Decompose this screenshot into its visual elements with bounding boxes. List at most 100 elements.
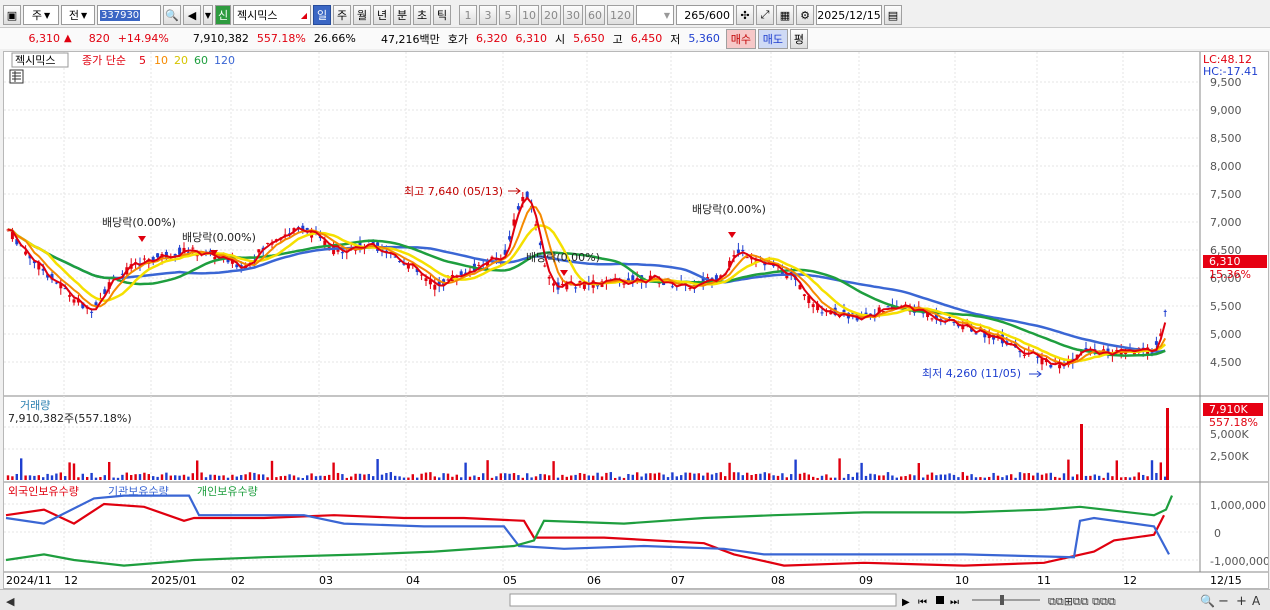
period-week-button[interactable]: 주 — [333, 5, 351, 25]
chart-area[interactable]: 젝시믹스 종가 단순 5 10 20 60 120 LC:48.12 HC:-1… — [3, 51, 1269, 589]
interval-5-button[interactable]: 5 — [499, 5, 517, 25]
volume-bar — [1054, 476, 1057, 480]
legend-individual: 개인보유수량 — [197, 485, 258, 498]
volume-bar — [710, 474, 714, 480]
calendar-icon[interactable]: ▤ — [884, 5, 902, 25]
volume-bar — [785, 477, 788, 480]
volume-value: 7,910,382 — [192, 32, 249, 45]
volume-pct-tag: 557.18% — [1209, 416, 1258, 429]
volume-bar — [77, 477, 80, 480]
x-tick: 2025/01 — [151, 574, 197, 587]
volume-bar — [631, 474, 634, 480]
period-month-button[interactable]: 월 — [353, 5, 371, 25]
stop-icon[interactable] — [936, 596, 944, 604]
zoom-in-icon[interactable]: + — [1236, 594, 1247, 609]
candle-body — [1163, 310, 1167, 312]
speaker-icon[interactable]: ◀ — [183, 5, 201, 25]
tool-icon[interactable]: ⧉⧉⊞⧉⧉ ⧉⧉⧉ — [1048, 595, 1116, 608]
zoom-icon[interactable]: 🔍 — [1200, 593, 1215, 608]
scroll-thumb[interactable] — [509, 593, 897, 607]
period-year-button[interactable]: 년 — [373, 5, 391, 25]
arrow-right-icon — [1029, 370, 1042, 378]
interval-3-button[interactable]: 3 — [479, 5, 497, 25]
interval-1-button[interactable]: 1 — [459, 5, 477, 25]
buy-button[interactable]: 매수 — [725, 28, 756, 49]
x-tick: 05 — [503, 574, 517, 587]
chart-menu-icon[interactable]: ▣ — [3, 5, 21, 25]
volume-bar — [878, 475, 881, 480]
volume-bar — [737, 472, 740, 480]
interval-20-button[interactable]: 20 — [541, 5, 561, 25]
volume-bar — [416, 477, 419, 480]
volume-bar — [59, 472, 62, 480]
stock-chart[interactable]: 젝시믹스 종가 단순 5 10 20 60 120 LC:48.12 HC:-1… — [4, 52, 1268, 588]
x-tick: 10 — [955, 574, 969, 587]
candle-body — [1049, 365, 1053, 368]
volume-bar — [292, 475, 296, 480]
period-tick-button[interactable]: 틱 — [433, 5, 451, 25]
volume-bar — [851, 476, 854, 480]
date-field[interactable]: 2025/12/15 — [816, 5, 882, 25]
bar-count-field[interactable]: 265/600 — [676, 5, 734, 25]
market-select[interactable]: 주 ▼ — [23, 5, 59, 25]
volume-bar — [816, 477, 819, 480]
volume-bar — [209, 474, 212, 480]
scroll-next-icon[interactable]: ▶ — [902, 597, 910, 608]
ask-price: 6,320 — [476, 32, 508, 45]
gear-icon[interactable]: ⚙ — [796, 5, 814, 25]
volume-tick: 5,000K — [1210, 428, 1249, 441]
fast-forward-icon[interactable]: ⏭ — [950, 597, 959, 608]
volume-bar — [6, 475, 10, 480]
interval-30-button[interactable]: 30 — [563, 5, 583, 25]
x-tick: 06 — [587, 574, 601, 587]
period-minute-button[interactable]: 분 — [393, 5, 411, 25]
stock-name-field[interactable]: 젝시믹스 ◢ — [233, 5, 311, 25]
volume-bar — [1146, 476, 1149, 480]
grid-icon[interactable]: ▦ — [776, 5, 794, 25]
chevron-down-icon[interactable]: ▼ — [203, 5, 213, 25]
custom-interval-select[interactable]: ▼ — [636, 5, 674, 25]
volume-bar — [253, 472, 256, 480]
crosshair-icon[interactable]: ✣ — [736, 5, 754, 25]
volume-bar — [746, 472, 749, 480]
zoom-slider-handle[interactable] — [1000, 595, 1004, 605]
eval-button[interactable]: 평 — [789, 28, 808, 49]
volume-bar — [1120, 477, 1123, 480]
interval-120-button[interactable]: 120 — [607, 5, 634, 25]
rewind-icon[interactable]: ⏮ — [918, 597, 927, 608]
interval-60-button[interactable]: 60 — [585, 5, 605, 25]
period-second-button[interactable]: 초 — [413, 5, 431, 25]
zoom-icon[interactable]: ⤢ — [756, 5, 774, 25]
volume-bar — [121, 474, 124, 480]
prefix-select[interactable]: 전 ▼ — [61, 5, 95, 25]
volume-bar — [539, 473, 542, 480]
font-size-icon[interactable]: A — [1252, 594, 1261, 608]
scroll-left-icon[interactable]: ◀ — [6, 595, 15, 608]
period-day-button[interactable]: 일 — [313, 5, 331, 25]
volume-bar — [446, 473, 450, 480]
volume-bar — [1159, 462, 1162, 480]
chart-scrollbar[interactable]: ◀ ▶ ⏮ ⏭ ⧉⧉⊞⧉⧉ ⧉⧉⧉ 🔍 − + A — [0, 589, 1270, 610]
stock-code-input[interactable]: 337930 — [97, 5, 161, 25]
volume-bar — [455, 474, 458, 480]
candle-body — [156, 253, 160, 258]
volume-bar — [204, 477, 208, 480]
candle-body — [802, 294, 806, 297]
volume-bar — [222, 475, 225, 480]
zoom-out-icon[interactable]: − — [1218, 594, 1229, 609]
sell-button[interactable]: 매도 — [757, 28, 788, 49]
toolbar: ▣ 주 ▼ 전 ▼ 337930 🔍 ◀ ▼ 신 젝시믹스 ◢ 일 주 월 년 분 초… — [0, 3, 1270, 27]
volume-bar — [570, 475, 573, 480]
interval-10-button[interactable]: 10 — [519, 5, 539, 25]
volume-bar — [169, 475, 172, 480]
candle-body — [1058, 364, 1062, 369]
volume-bar — [385, 472, 388, 480]
candle-body — [670, 286, 674, 288]
price-tick: 7,000 — [1210, 216, 1242, 229]
volume-bar — [152, 476, 155, 480]
candle-body — [1022, 354, 1026, 356]
volume-bar — [108, 461, 111, 480]
volume-bar — [763, 472, 766, 480]
volume-bar — [1093, 474, 1096, 480]
search-icon[interactable]: 🔍 — [163, 5, 181, 25]
